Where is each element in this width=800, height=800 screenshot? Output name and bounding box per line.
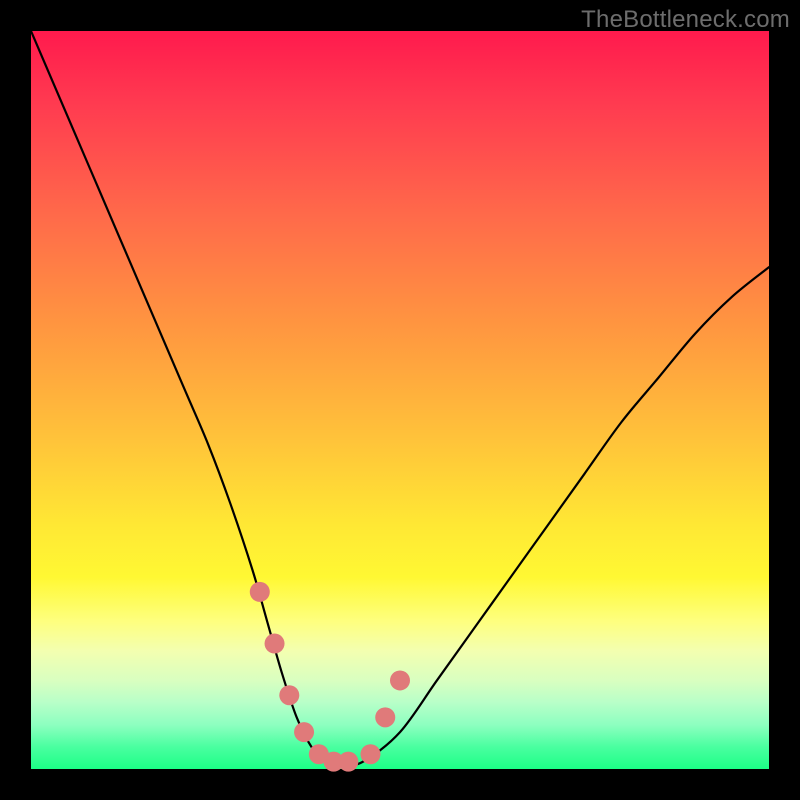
marker-dot xyxy=(338,752,358,772)
marker-dot xyxy=(279,685,299,705)
watermark-text: TheBottleneck.com xyxy=(581,6,790,34)
outer-frame: TheBottleneck.com xyxy=(0,0,800,800)
bottleneck-curve xyxy=(31,31,769,766)
marker-group xyxy=(250,582,410,772)
curve-group xyxy=(31,31,769,766)
marker-dot xyxy=(375,707,395,727)
marker-dot xyxy=(294,722,314,742)
marker-dot xyxy=(360,744,380,764)
plot-area xyxy=(31,31,769,769)
chart-svg xyxy=(31,31,769,769)
marker-dot xyxy=(250,582,270,602)
marker-dot xyxy=(390,670,410,690)
marker-dot xyxy=(265,634,285,654)
